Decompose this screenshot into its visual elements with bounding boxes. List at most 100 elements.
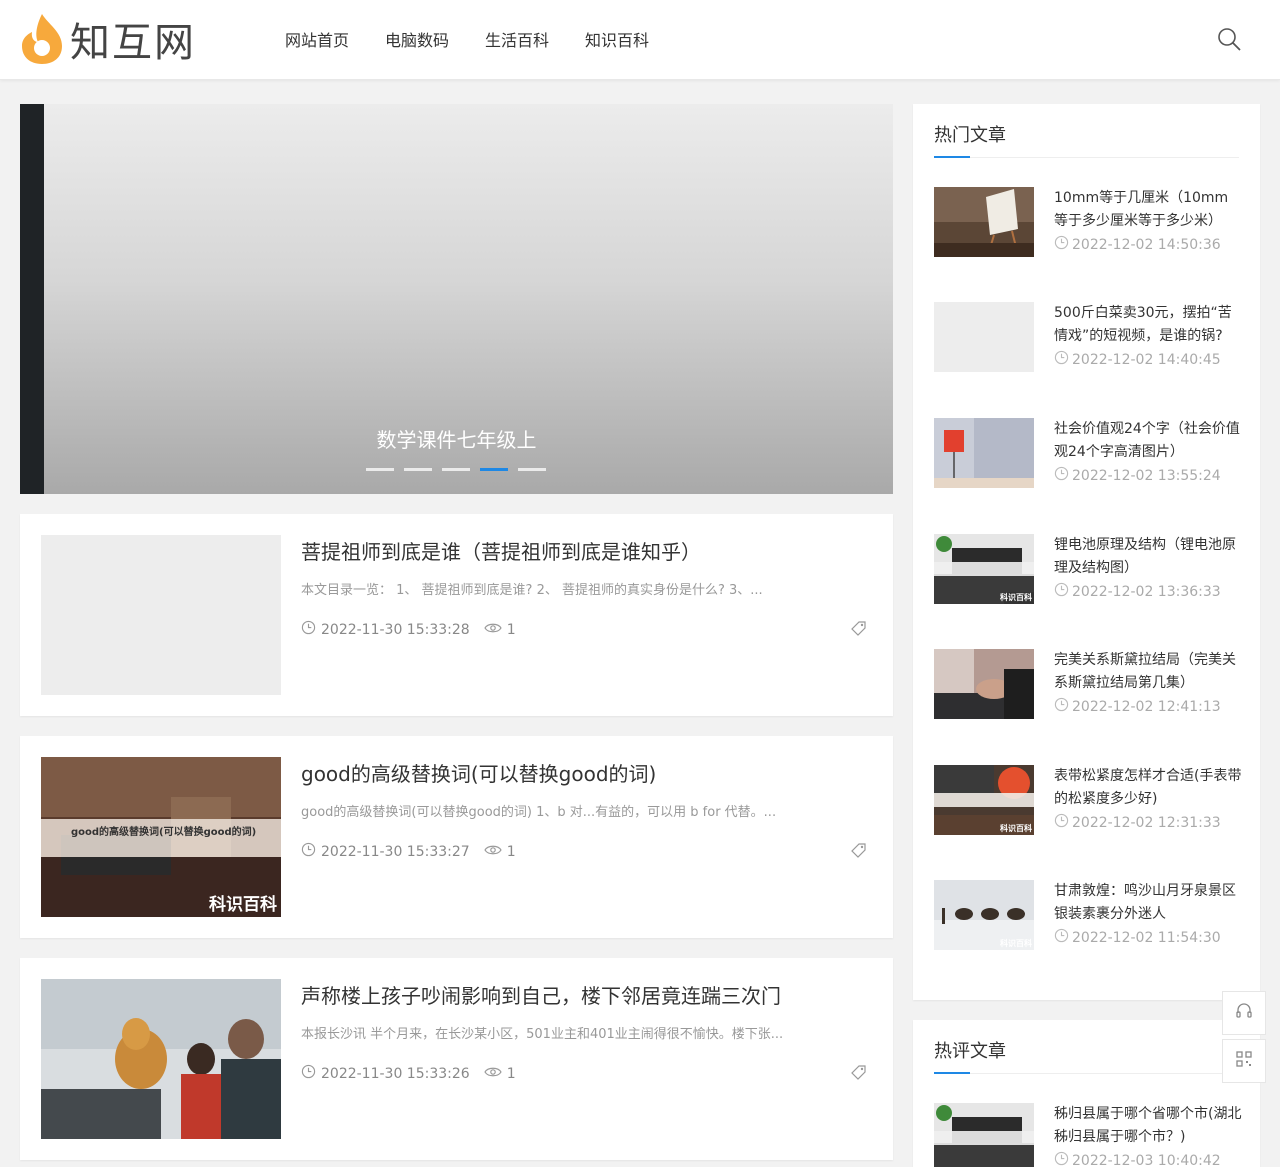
post-date: 2022-11-30 15:33:28 — [321, 621, 470, 638]
hot-article-date-text: 2022-12-02 12:31:33 — [1072, 814, 1221, 831]
hot-article-title[interactable]: 10mm等于几厘米（10mm等于多少厘米等于多少米） — [1054, 187, 1242, 233]
qrcode-button[interactable] — [1222, 1039, 1266, 1083]
eye-icon — [484, 621, 502, 639]
post-views: 1 — [484, 1065, 516, 1083]
slider-dot-active[interactable] — [480, 468, 508, 471]
site-logo[interactable]: 知互网 — [18, 10, 196, 68]
clock-icon — [1054, 582, 1069, 601]
post-thumbnail[interactable] — [41, 535, 281, 695]
hot-article-date: 2022-12-02 11:54:30 — [1054, 928, 1221, 947]
nav-life[interactable]: 生活百科 — [485, 28, 549, 54]
slider-dot[interactable] — [518, 468, 546, 471]
hot-article-item: 社会价值观24个字（社会价值观24个字高清图片） 2022-12-02 13:5… — [934, 418, 1242, 488]
hot-article-thumbnail[interactable] — [934, 418, 1034, 488]
hot-article-date-text: 2022-12-02 12:41:13 — [1072, 698, 1221, 715]
featured-slider[interactable]: 数学课件七年级上 — [20, 104, 893, 494]
post-thumbnail[interactable] — [41, 979, 281, 1139]
clock-icon — [301, 842, 316, 861]
post-meta: 2022-11-30 15:33:26 1 — [301, 1064, 516, 1083]
hot-article-title[interactable]: 表带松紧度怎样才合适(手表带的松紧度多少好) — [1054, 765, 1242, 811]
widget-divider — [934, 1073, 1239, 1074]
post-excerpt: 本文目录一览： 1、 菩提祖师到底是谁? 2、 菩提祖师的真实身份是什么? 3、… — [301, 583, 763, 598]
site-header: 知互网 网站首页 电脑数码 生活百科 知识百科 — [0, 0, 1280, 80]
slider-dot[interactable] — [442, 468, 470, 471]
hot-article-thumbnail[interactable]: 科识百科 — [934, 880, 1034, 950]
widget-title-accent — [934, 156, 970, 158]
hot-article-item: 科识百科 甘肃敦煌：鸣沙山月牙泉景区银装素裹分外迷人 2022-12-02 11… — [934, 880, 1239, 950]
widget-title-accent — [934, 1072, 970, 1074]
post-card: 声称楼上孩子吵闹影响到自己，楼下邻居竟连踹三次门 本报长沙讯 半个月来，在长沙某… — [20, 958, 893, 1160]
hot-article-title[interactable]: 甘肃敦煌：鸣沙山月牙泉景区银装素裹分外迷人 — [1054, 880, 1242, 926]
post-thumbnail[interactable]: good的高级替换词(可以替换good的词) 科识百科 — [41, 757, 281, 917]
thumbnail-badge: 科识百科 — [209, 895, 277, 915]
post-title[interactable]: 声称楼上孩子吵闹影响到自己，楼下邻居竟连踹三次门 — [301, 980, 781, 1009]
clock-icon — [1054, 1151, 1069, 1167]
hot-article-date: 2022-12-02 12:31:33 — [1054, 813, 1221, 832]
hot-article-date: 2022-12-02 13:36:33 — [1054, 582, 1221, 601]
customer-service-button[interactable] — [1222, 991, 1266, 1035]
clock-icon — [1054, 235, 1069, 254]
slider-dot[interactable] — [366, 468, 394, 471]
hot-article-thumbnail[interactable]: 科识百科 — [934, 765, 1034, 835]
hot-comments-widget: 热评文章 秭归县属于哪个省哪个市(湖北秭归县属于哪个市？) 2022-12-03… — [913, 1020, 1260, 1167]
post-card: good的高级替换词(可以替换good的词) 科识百科 good的高级替换词(可… — [20, 736, 893, 938]
post-meta: 2022-11-30 15:33:28 1 — [301, 620, 516, 639]
hot-article-item: 500斤白菜卖30元，摆拍“苦情戏”的短视频，是谁的锅? 2022-12-02 … — [934, 302, 1239, 372]
hot-article-date-text: 2022-12-02 14:50:36 — [1072, 236, 1221, 253]
hot-article-title[interactable]: 完美关系斯黛拉结局（完美关系斯黛拉结局第几集） — [1054, 649, 1242, 695]
hot-article-date-text: 2022-12-02 11:54:30 — [1072, 929, 1221, 946]
hot-comment-thumbnail[interactable] — [934, 1103, 1034, 1167]
hot-article-date: 2022-12-02 14:50:36 — [1054, 235, 1221, 254]
hot-article-title[interactable]: 锂电池原理及结构（锂电池原理及结构图） — [1054, 534, 1242, 580]
widget-divider — [934, 157, 1239, 158]
hot-article-item: 完美关系斯黛拉结局（完美关系斯黛拉结局第几集） 2022-12-02 12:41… — [934, 649, 1239, 719]
tag-icon[interactable] — [850, 842, 868, 860]
hot-comment-title[interactable]: 秭归县属于哪个省哪个市(湖北秭归县属于哪个市？) — [1054, 1103, 1242, 1149]
thumbnail-badge: 科识百科 — [1000, 593, 1032, 602]
hot-article-date: 2022-12-02 14:40:45 — [1054, 350, 1221, 369]
post-excerpt: good的高级替换词(可以替换good的词) 1、b 对...有益的，可以用 b… — [301, 805, 777, 820]
nav-digital[interactable]: 电脑数码 — [385, 28, 449, 54]
post-excerpt: 本报长沙讯 半个月来，在长沙某小区，501业主和401业主闹得很不愉快。楼下张.… — [301, 1027, 784, 1042]
qrcode-icon — [1235, 1050, 1253, 1072]
slider-pagination — [366, 468, 556, 471]
post-view-count: 1 — [506, 1065, 516, 1082]
post-views: 1 — [484, 621, 516, 639]
post-title[interactable]: good的高级替换词(可以替换good的词) — [301, 758, 656, 787]
hot-article-thumbnail[interactable] — [934, 302, 1034, 372]
hot-article-thumbnail[interactable]: 科识百科 — [934, 534, 1034, 604]
post-view-count: 1 — [506, 621, 516, 638]
hot-article-title[interactable]: 社会价值观24个字（社会价值观24个字高清图片） — [1054, 418, 1242, 464]
clock-icon — [1054, 350, 1069, 369]
hot-article-item: 科识百科 表带松紧度怎样才合适(手表带的松紧度多少好) 2022-12-02 1… — [934, 765, 1242, 835]
hot-articles-widget: 热门文章 10mm等于几厘米（10mm等于多少厘米等于多少米） 2022-12-… — [913, 104, 1260, 1000]
hot-article-date: 2022-12-02 12:41:13 — [1054, 697, 1221, 716]
post-meta: 2022-11-30 15:33:27 1 — [301, 842, 516, 861]
hot-article-thumbnail[interactable] — [934, 187, 1034, 257]
tag-icon[interactable] — [850, 1064, 868, 1082]
hot-article-date-text: 2022-12-02 14:40:45 — [1072, 351, 1221, 368]
widget-title: 热门文章 — [934, 125, 1006, 146]
hot-article-thumbnail[interactable] — [934, 649, 1034, 719]
post-card: 菩提祖师到底是谁（菩提祖师到底是谁知乎） 本文目录一览： 1、 菩提祖师到底是谁… — [20, 514, 893, 716]
hot-article-title[interactable]: 500斤白菜卖30元，摆拍“苦情戏”的短视频，是谁的锅? — [1054, 302, 1242, 348]
slider-dot[interactable] — [404, 468, 432, 471]
post-title[interactable]: 菩提祖师到底是谁（菩提祖师到底是谁知乎） — [301, 536, 701, 565]
hot-article-item: 10mm等于几厘米（10mm等于多少厘米等于多少米） 2022-12-02 14… — [934, 187, 1239, 257]
nav-home[interactable]: 网站首页 — [285, 28, 349, 54]
thumbnail-badge: 科识百科 — [1000, 824, 1032, 833]
clock-icon — [1054, 697, 1069, 716]
clock-icon — [301, 1064, 316, 1083]
search-icon[interactable] — [1216, 26, 1244, 54]
hot-article-date-text: 2022-12-02 13:36:33 — [1072, 583, 1221, 600]
clock-icon — [1054, 466, 1069, 485]
clock-icon — [1054, 928, 1069, 947]
eye-icon — [484, 843, 502, 861]
tag-icon[interactable] — [850, 620, 868, 638]
headset-icon — [1234, 1001, 1254, 1025]
nav-knowledge[interactable]: 知识百科 — [585, 28, 649, 54]
logo-icon — [18, 12, 66, 66]
hot-comment-date: 2022-12-03 10:40:42 — [1054, 1151, 1221, 1167]
hot-article-item: 科识百科 锂电池原理及结构（锂电池原理及结构图） 2022-12-02 13:3… — [934, 534, 1239, 604]
slider-caption[interactable]: 数学课件七年级上 — [20, 424, 893, 453]
